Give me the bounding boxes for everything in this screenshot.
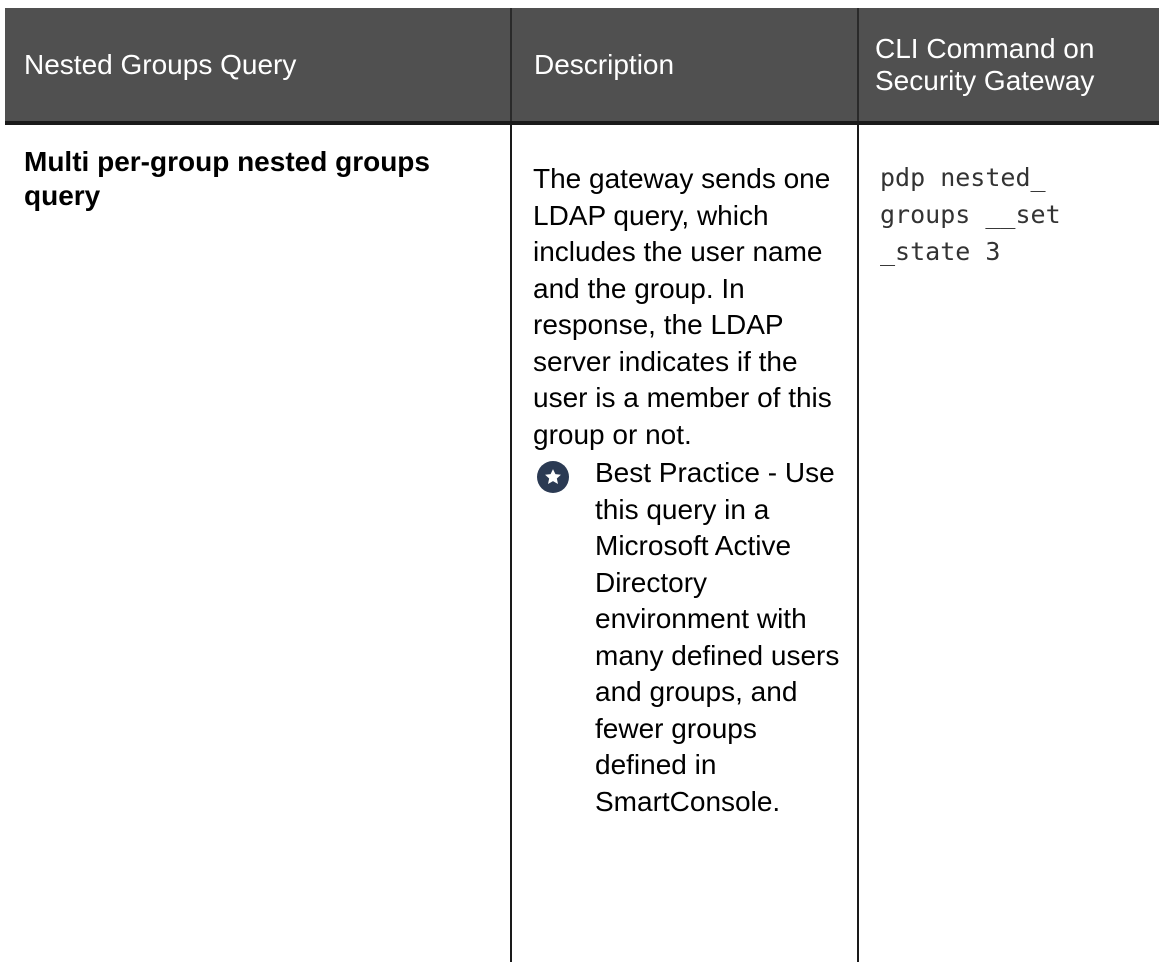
table-header: Nested Groups Query Description CLI Comm… xyxy=(5,8,1159,125)
header-cli-command: CLI Command on Security Gateway xyxy=(875,32,1095,96)
header-description: Description xyxy=(534,48,675,80)
header-divider xyxy=(510,8,512,121)
description-text: The gateway sends one LDAP query, which … xyxy=(533,163,832,450)
column-divider xyxy=(857,125,859,962)
star-icon xyxy=(537,461,569,493)
best-practice-note: Best Practice - Use this query in a Micr… xyxy=(533,455,853,820)
best-practice-title: Best Practice xyxy=(595,457,760,488)
nested-groups-table: Nested Groups Query Description CLI Comm… xyxy=(5,8,1159,962)
cell-description: The gateway sends one LDAP query, which … xyxy=(533,161,853,820)
header-nested-groups-query: Nested Groups Query xyxy=(24,48,297,80)
table-row: Multi per-group nested groups query The … xyxy=(5,125,1159,962)
cell-query-name: Multi per-group nested groups query xyxy=(24,146,430,211)
best-practice-separator: - xyxy=(759,457,778,488)
best-practice-text: Use this query in a Microsoft Active Dir… xyxy=(595,457,840,817)
cli-command: pdp nested_ groups __set _state 3 xyxy=(880,163,1061,266)
header-divider xyxy=(857,8,859,121)
column-divider xyxy=(510,125,512,962)
